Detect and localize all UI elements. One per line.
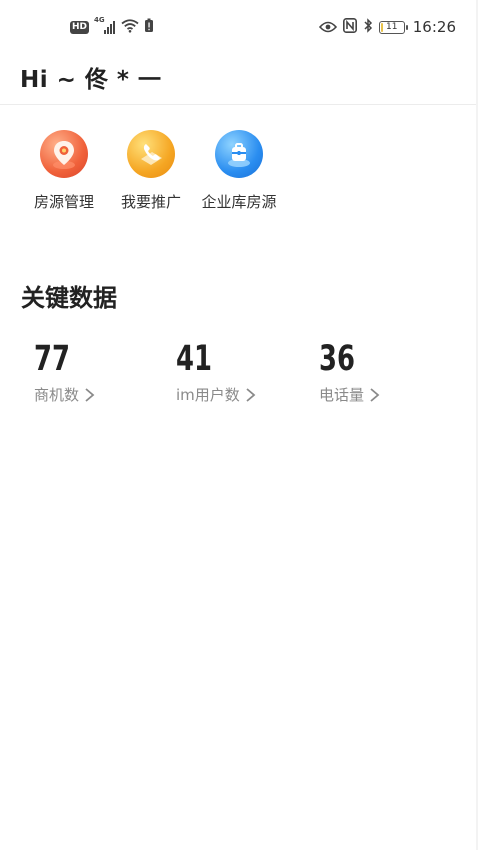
stat-label-row: 商机数 xyxy=(34,384,96,405)
status-bar-left: HD 4G xyxy=(70,16,154,37)
quick-menu-item-listing-management[interactable]: 房源管理 xyxy=(16,130,112,212)
phone-battery-alert-icon xyxy=(144,18,154,37)
battery-icon: 11 xyxy=(378,20,408,34)
stat-label: im用户数 xyxy=(176,386,240,404)
stat-label-row: 电话量 xyxy=(319,384,381,405)
chevron-right-icon xyxy=(244,387,257,403)
hd-badge: HD xyxy=(70,20,90,34)
location-pin-icon xyxy=(40,130,88,178)
chevron-right-icon xyxy=(368,387,381,403)
battery-fill xyxy=(380,22,383,32)
battery-level-text: 11 xyxy=(386,21,398,32)
stat-value: 41 xyxy=(176,339,212,379)
stat-value: 36 xyxy=(319,339,355,379)
stat-call-volume[interactable]: 36 电话量 xyxy=(319,338,381,405)
stat-im-users[interactable]: 41 im用户数 xyxy=(176,338,257,405)
quick-menu-label: 我要推广 xyxy=(120,193,181,211)
wifi-icon xyxy=(121,18,139,37)
status-bar: HD 4G 11 16:26 xyxy=(0,0,478,52)
greeting-title: Hi ~ 佟 * 一 xyxy=(20,67,162,93)
nfc-icon xyxy=(342,17,357,37)
status-bar-right: 11 16:26 xyxy=(318,17,456,37)
header-divider xyxy=(0,104,478,105)
stat-value: 77 xyxy=(34,339,70,379)
quick-menu-label: 房源管理 xyxy=(33,193,94,211)
quick-menu-item-promotion[interactable]: 我要推广 xyxy=(103,130,199,212)
status-clock: 16:26 xyxy=(412,18,456,36)
stat-business-opportunities[interactable]: 77 商机数 xyxy=(34,338,96,405)
phone-promo-icon xyxy=(127,130,175,178)
eye-icon xyxy=(318,18,337,37)
quick-menu-item-enterprise-listings[interactable]: 企业库房源 xyxy=(191,130,287,212)
stat-label: 电话量 xyxy=(319,386,365,404)
signal-icon: 4G xyxy=(94,16,116,35)
stat-label-row: im用户数 xyxy=(176,384,257,405)
building-icon xyxy=(215,130,263,178)
chevron-right-icon xyxy=(83,387,96,403)
quick-menu-label: 企业库房源 xyxy=(201,193,277,211)
key-data-title: 关键数据 xyxy=(21,284,117,312)
bluetooth-icon xyxy=(363,17,373,37)
stat-label: 商机数 xyxy=(34,386,80,404)
